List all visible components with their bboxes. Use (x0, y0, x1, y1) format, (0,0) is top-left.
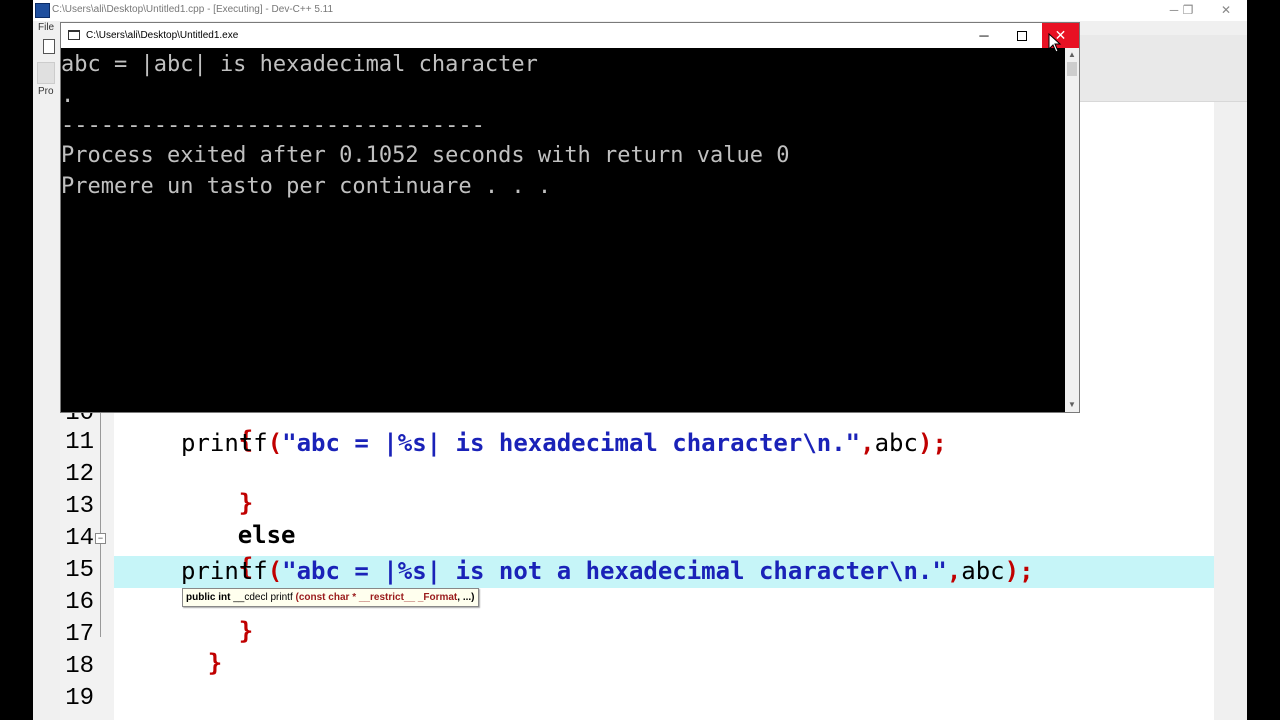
line-number: 14 (65, 525, 94, 552)
code-line-17: } (121, 621, 222, 705)
scroll-up-arrow-icon[interactable]: ▲ (1065, 48, 1079, 62)
console-scrollbar[interactable]: ▲ ▼ (1065, 48, 1079, 412)
console-line: abc = |abc| is hexadecimal character (61, 52, 538, 77)
code-token: printf (181, 557, 268, 585)
code-token: , (860, 429, 875, 457)
calltip-token: __cdecl (233, 592, 271, 603)
ide-titlebar: C:\Users\ali\Desktop\Untitled1.cpp - [Ex… (33, 0, 1247, 21)
console-maximize-button[interactable] (1004, 26, 1040, 46)
calltip-token: * __restrict__ (352, 592, 418, 603)
ide-toolbar-right (1078, 35, 1247, 102)
ide-window-title: C:\Users\ali\Desktop\Untitled1.cpp - [Ex… (52, 4, 334, 15)
line-number: 11 (65, 429, 94, 456)
console-line: -------------------------------- (61, 113, 485, 138)
console-line: Premere un tasto per continuare . . . (61, 174, 552, 199)
code-line-11: printf("abc = |%s| is hexadecimal charac… (181, 429, 947, 457)
console-app-icon-bar (68, 30, 80, 32)
console-window-title: C:\Users\ali\Desktop\Untitled1.exe (86, 30, 239, 41)
console-titlebar[interactable]: C:\Users\ali\Desktop\Untitled1.exe ─ ✕ (61, 23, 1079, 48)
line-number: 13 (65, 493, 94, 520)
calltip-token: public (186, 592, 219, 603)
scrollbar-thumb[interactable] (1067, 62, 1077, 76)
console-minimize-button[interactable]: ─ (966, 26, 1002, 46)
code-token: ( (267, 557, 283, 585)
calltip-token: _Format (417, 592, 458, 603)
function-signature-calltip: public int __cdecl printf (const char * … (182, 588, 479, 607)
line-number: 19 (65, 685, 94, 712)
ide-close-button[interactable]: ✕ (1211, 1, 1241, 19)
mouse-pointer-icon (1048, 33, 1062, 53)
code-token: abc (874, 429, 918, 457)
code-token: "abc = |%s| is hexadecimal character\n." (282, 429, 861, 457)
code-token: printf (181, 429, 268, 457)
code-token: ( (267, 429, 283, 457)
console-output[interactable]: abc = |abc| is hexadecimal character . -… (61, 48, 1065, 412)
line-number: 12 (65, 461, 94, 488)
calltip-token: const char (298, 592, 353, 603)
tab-project[interactable]: Pro (38, 86, 54, 97)
menu-file[interactable]: File (38, 22, 54, 33)
code-line-15: printf("abc = |%s| is not a hexadecimal … (181, 557, 1034, 585)
scroll-down-arrow-icon[interactable]: ▼ (1065, 398, 1079, 412)
code-token: ); (917, 429, 947, 457)
new-file-icon[interactable] (43, 39, 55, 54)
console-line: . (61, 83, 75, 108)
ide-restore-button[interactable]: ❐ (1173, 1, 1203, 19)
code-token: } (238, 617, 254, 645)
code-token: } (207, 649, 223, 677)
console-window: C:\Users\ali\Desktop\Untitled1.exe ─ ✕ a… (60, 22, 1080, 413)
fold-toggle-icon[interactable]: − (95, 533, 106, 544)
fold-rail (100, 402, 101, 637)
code-token: ); (1004, 557, 1034, 585)
line-number: 18 (65, 653, 94, 680)
calltip-token: , ...) (457, 592, 475, 603)
code-token: abc (961, 557, 1005, 585)
line-number: 15 (65, 557, 94, 584)
console-line: Process exited after 0.1052 seconds with… (61, 143, 790, 168)
calltip-token: printf (270, 592, 296, 603)
code-token: "abc = |%s| is not a hexadecimal charact… (282, 557, 947, 585)
devcpp-app-icon (35, 3, 50, 18)
toolbar-button[interactable] (37, 62, 55, 84)
code-token: , (946, 557, 962, 585)
maximize-icon (1017, 31, 1027, 41)
calltip-token: int (218, 592, 234, 603)
line-number: 17 (65, 621, 94, 648)
line-number: 16 (65, 589, 94, 616)
